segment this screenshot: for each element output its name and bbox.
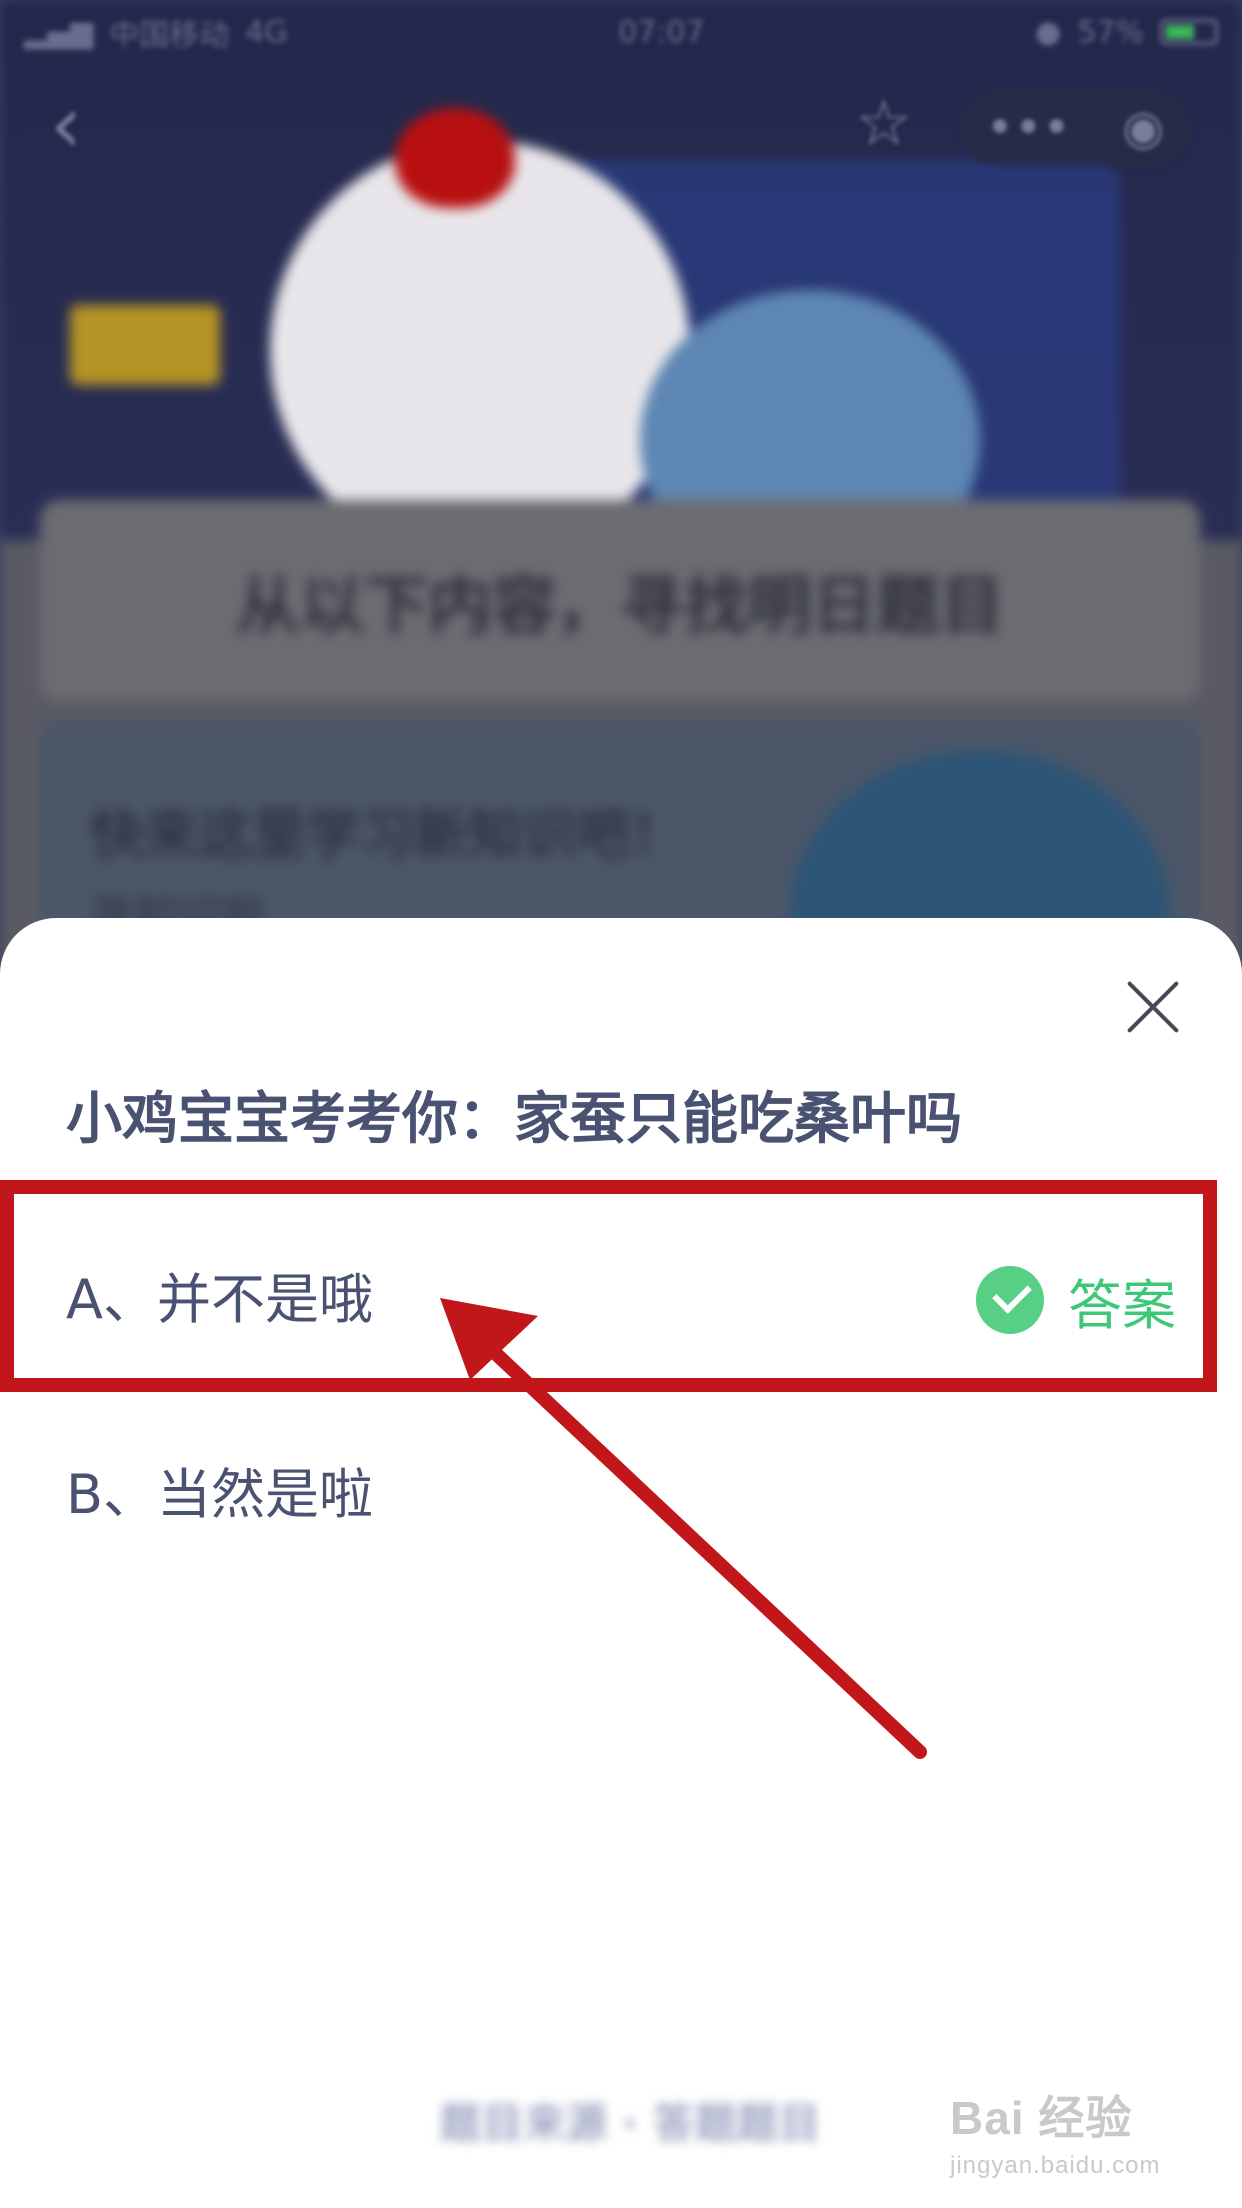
option-b[interactable]: B、当然是啦	[66, 1445, 1176, 1545]
background-card-title: 快来这里学习新知识吧！	[90, 803, 684, 866]
status-bar: ▂▄▆ 中国移动 4G 07:07 ● 57%	[0, 0, 1242, 64]
watermark-url: jingyan.baidu.com	[950, 2152, 1161, 2179]
carrier-label: 中国移动	[109, 18, 230, 53]
modal-footer-text: 题目来源 · 答题题目	[439, 2099, 821, 2148]
back-chevron-icon[interactable]: ‹	[50, 85, 110, 165]
signal-icon: ▂▄▆	[24, 14, 94, 50]
quiz-question: 小鸡宝宝考考你：家蚕只能吃桑叶吗	[66, 1087, 962, 1152]
background-badge	[70, 305, 220, 385]
watermark-brand: Bai 经验	[950, 2092, 1133, 2144]
battery-percent: 57%	[1077, 14, 1144, 50]
lock-icon: ●	[1035, 14, 1062, 50]
target-icon[interactable]: ◉	[1122, 100, 1164, 156]
star-icon[interactable]: ☆	[855, 92, 919, 156]
option-b-label: B、当然是啦	[66, 1463, 374, 1526]
mini-program-capsule: ••• ◉	[960, 90, 1190, 166]
annotation-highlight-box	[0, 1180, 1217, 1392]
background-heading: 从以下内容，寻找明日题目	[236, 570, 1004, 644]
baidu-watermark: Bai 经验 jingyan.baidu.com	[950, 2082, 1200, 2182]
network-label: 4G	[245, 14, 288, 50]
battery-icon	[1160, 19, 1218, 45]
close-icon[interactable]	[1124, 978, 1182, 1036]
more-dots-icon[interactable]: •••	[986, 100, 1071, 156]
chick-comb-illustration	[395, 108, 515, 208]
status-time: 07:07	[618, 14, 705, 50]
